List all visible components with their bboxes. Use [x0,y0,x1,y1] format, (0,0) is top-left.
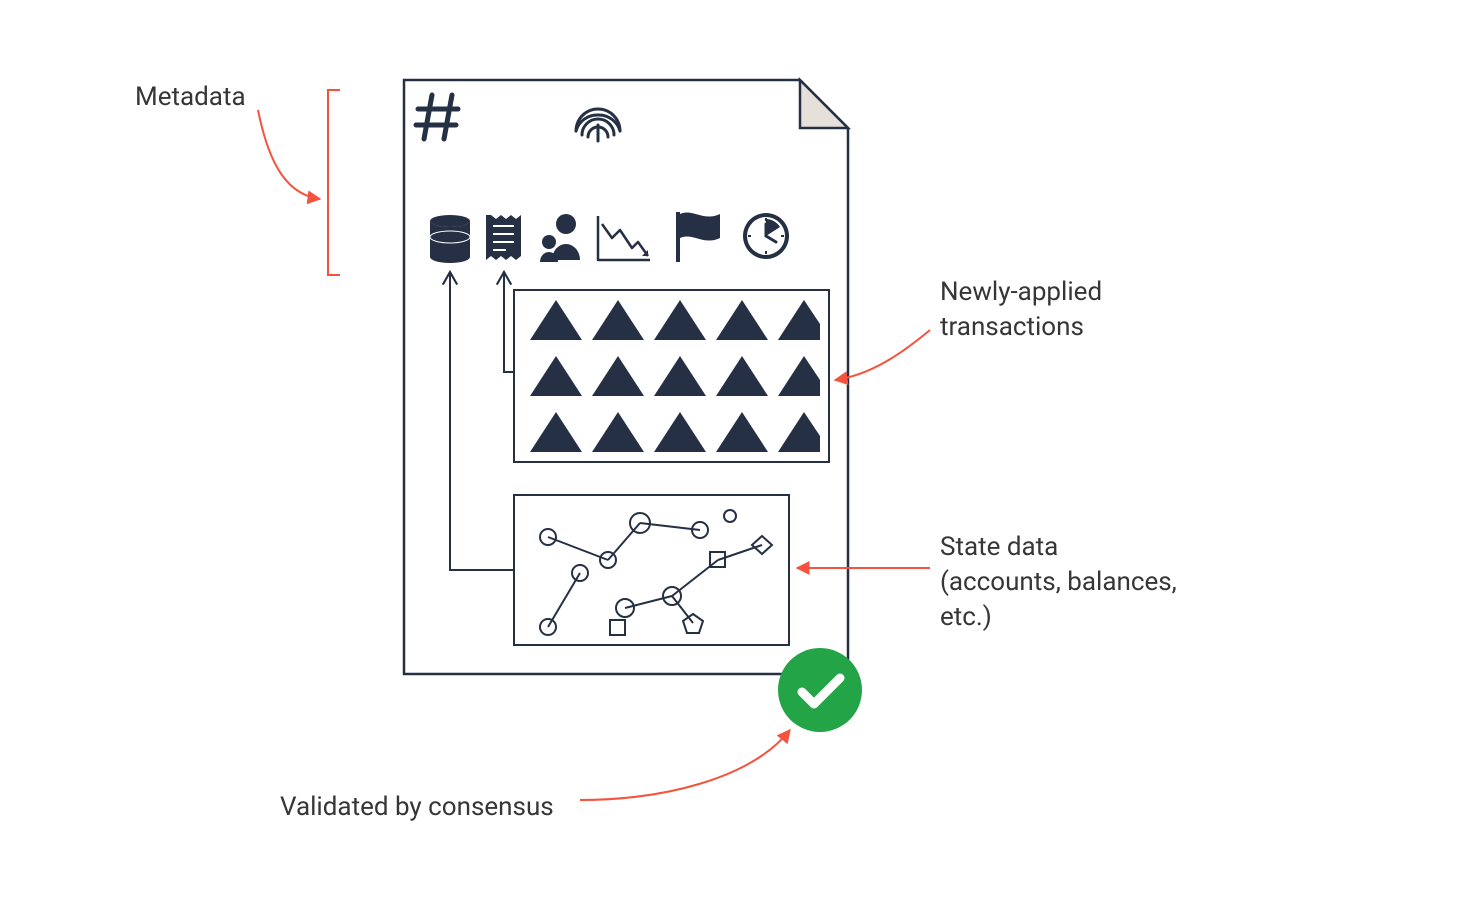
database-icon [430,215,470,263]
diagram-stage: Metadata Newly-applied transactions Stat… [0,0,1478,909]
arrow-metadata [258,110,320,199]
diagram-svg [0,0,1478,909]
metadata-bracket [328,90,340,275]
transactions-box [514,290,829,462]
state-data-box [514,495,789,645]
validated-badge [778,648,862,732]
clock-icon [743,213,789,259]
arrow-validated [580,730,790,800]
receipt-icon [486,215,521,260]
